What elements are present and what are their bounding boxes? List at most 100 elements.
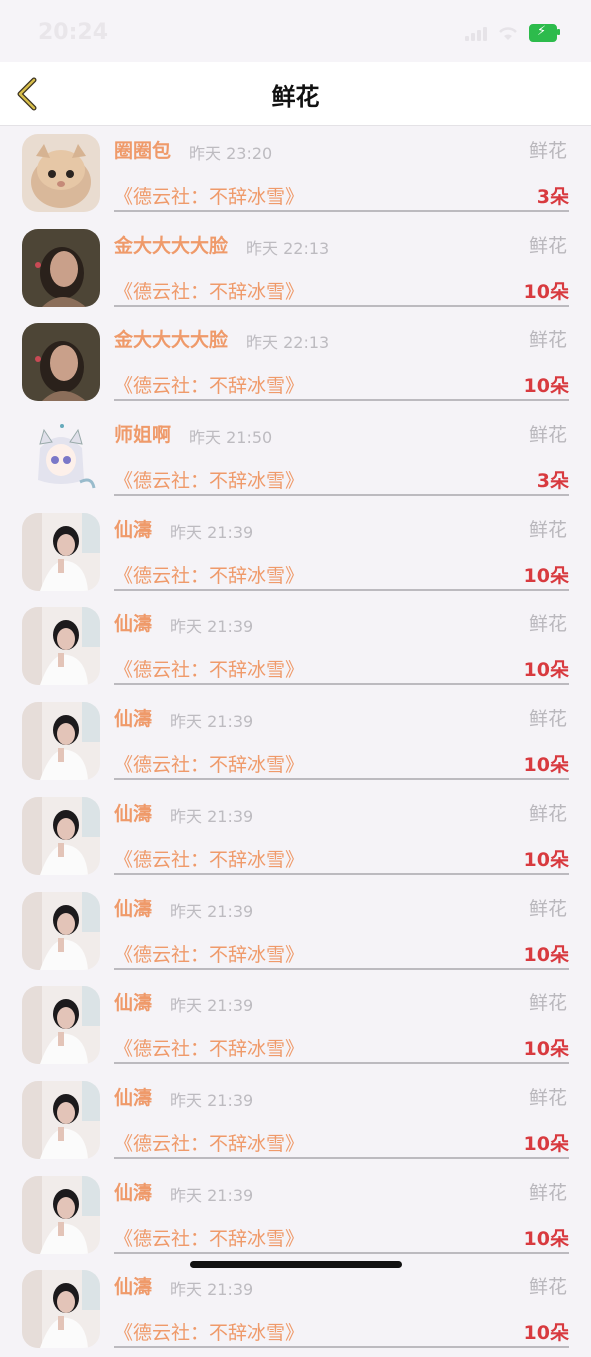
gift-type: 鲜花 bbox=[528, 1181, 567, 1204]
status-time: 20:24 bbox=[38, 20, 109, 45]
nav-bar: 鲜花 bbox=[0, 62, 591, 126]
divider bbox=[114, 304, 569, 307]
divider bbox=[114, 778, 569, 781]
program-title: 《德云社：不辞冰雪》 bbox=[114, 659, 305, 682]
gift-record-row[interactable]: 仙濤 昨天 21:39 鲜花 《德云社：不辞冰雪》 10朵 bbox=[0, 1168, 591, 1263]
gift-type: 鲜花 bbox=[528, 897, 567, 920]
divider bbox=[114, 1346, 569, 1349]
gift-record-row[interactable]: 圈圈包 昨天 23:20 鲜花 《德云社：不辞冰雪》 3朵 bbox=[0, 126, 591, 221]
sender-name[interactable]: 仙濤 bbox=[114, 799, 152, 826]
divider bbox=[114, 1062, 569, 1065]
gift-type: 鲜花 bbox=[528, 329, 567, 352]
divider bbox=[114, 967, 569, 970]
divider bbox=[114, 683, 569, 686]
avatar[interactable] bbox=[22, 512, 100, 591]
avatar[interactable] bbox=[22, 1080, 100, 1159]
sender-name[interactable]: 仙濤 bbox=[114, 1272, 152, 1299]
gift-record-row[interactable]: 师姐啊 昨天 21:50 鲜花 《德云社：不辞冰雪》 3朵 bbox=[0, 410, 591, 505]
program-title: 《德云社：不辞冰雪》 bbox=[114, 754, 305, 777]
gift-record-row[interactable]: 仙濤 昨天 21:39 鲜花《德云社：不辞冰雪》 10朵 bbox=[0, 789, 591, 884]
program-title: 《德云社：不辞冰雪》 bbox=[114, 848, 305, 871]
gift-count: 10朵 bbox=[523, 943, 569, 966]
wifi-icon bbox=[499, 27, 517, 40]
program-title: 《德云社：不辞冰雪》 bbox=[114, 375, 305, 398]
gift-type: 鲜花 bbox=[528, 234, 567, 257]
sender-name[interactable]: 仙濤 bbox=[114, 704, 152, 731]
gift-count: 10朵 bbox=[523, 280, 569, 303]
gift-record-row[interactable]: 金大大大大脸 昨天 22:13 鲜花《德云社：不辞冰雪》 10朵 bbox=[0, 315, 591, 410]
gift-type: 鲜花 bbox=[528, 1276, 567, 1299]
avatar[interactable] bbox=[22, 796, 100, 875]
sender-name[interactable]: 金大大大大脸 bbox=[114, 325, 228, 352]
divider bbox=[114, 1156, 569, 1159]
program-title: 《德云社：不辞冰雪》 bbox=[114, 1132, 305, 1155]
sender-name[interactable]: 仙濤 bbox=[114, 1178, 152, 1205]
gift-count: 10朵 bbox=[523, 1038, 569, 1061]
gift-count: 10朵 bbox=[523, 1322, 569, 1345]
gift-count: 10朵 bbox=[523, 659, 569, 682]
avatar[interactable] bbox=[22, 228, 100, 307]
gift-count: 10朵 bbox=[523, 564, 569, 587]
avatar[interactable] bbox=[22, 702, 100, 781]
sender-name[interactable]: 仙濤 bbox=[114, 988, 152, 1015]
program-title: 《德云社：不辞冰雪》 bbox=[114, 1227, 305, 1250]
gift-record-row[interactable]: 仙濤 昨天 21:39 鲜花《德云社：不辞冰雪》 10朵 bbox=[0, 884, 591, 979]
gift-record-row[interactable]: 仙濤 昨天 21:39 鲜花 《德云社：不辞冰雪》 10朵 bbox=[0, 505, 591, 600]
avatar[interactable] bbox=[22, 1270, 100, 1349]
divider bbox=[114, 210, 569, 212]
program-title: 《德云社：不辞冰雪》 bbox=[114, 943, 305, 966]
gift-type: 鲜花 bbox=[528, 140, 567, 162]
divider bbox=[114, 872, 569, 875]
gift-record-row[interactable]: 金大大大大脸 昨天 22:13 鲜花《德云社：不辞冰雪》 10朵 bbox=[0, 221, 591, 316]
gift-count: 10朵 bbox=[523, 1132, 569, 1155]
program-title: 《德云社：不辞冰雪》 bbox=[114, 1038, 305, 1061]
avatar[interactable] bbox=[22, 891, 100, 970]
gift-type: 鲜花 bbox=[528, 424, 567, 447]
program-title: 《德云社：不辞冰雪》 bbox=[114, 186, 305, 208]
avatar[interactable] bbox=[22, 134, 100, 212]
avatar[interactable] bbox=[22, 418, 100, 497]
timestamp: 昨天 21:39 bbox=[170, 806, 254, 826]
timestamp: 昨天 21:39 bbox=[170, 617, 254, 637]
sender-name[interactable]: 仙濤 bbox=[114, 515, 152, 542]
timestamp: 昨天 23:20 bbox=[189, 144, 273, 163]
avatar[interactable] bbox=[22, 1175, 100, 1254]
divider bbox=[114, 494, 569, 497]
gift-record-row[interactable]: 仙濤 昨天 21:39 鲜花 《德云社：不辞冰雪》 10朵 bbox=[0, 599, 591, 694]
divider bbox=[114, 588, 569, 591]
gift-count: 10朵 bbox=[523, 848, 569, 871]
page-title: 鲜花 bbox=[271, 83, 320, 111]
program-title: 《德云社：不辞冰雪》 bbox=[114, 280, 305, 303]
gift-record-row[interactable]: 仙濤 昨天 21:39 鲜花 《德云社：不辞冰雪》 10朵 bbox=[0, 978, 591, 1073]
sender-name[interactable]: 师姐啊 bbox=[114, 420, 171, 447]
gift-record-row[interactable]: 仙濤 昨天 21:39 鲜花 《德云社：不辞冰雪》 10朵 bbox=[0, 694, 591, 789]
gift-record-row[interactable]: 仙濤 昨天 21:39 鲜花 《德云社：不辞冰雪》 10朵 bbox=[0, 1262, 591, 1357]
status-bar: 20:24 ⚡ bbox=[0, 0, 591, 62]
divider bbox=[114, 399, 569, 402]
sender-name[interactable]: 仙濤 bbox=[114, 1083, 152, 1110]
battery-icon: ⚡ bbox=[529, 24, 560, 42]
timestamp: 昨天 21:39 bbox=[170, 996, 254, 1016]
timestamp: 昨天 21:39 bbox=[170, 522, 254, 542]
gift-type: 鲜花 bbox=[528, 802, 567, 825]
sender-name[interactable]: 圈圈包 bbox=[114, 136, 171, 163]
avatar[interactable] bbox=[22, 986, 100, 1065]
timestamp: 昨天 22:13 bbox=[246, 238, 330, 258]
timestamp: 昨天 21:39 bbox=[170, 1090, 254, 1110]
timestamp: 昨天 21:39 bbox=[170, 901, 254, 921]
program-title: 《德云社：不辞冰雪》 bbox=[114, 1322, 305, 1345]
sender-name[interactable]: 仙濤 bbox=[114, 609, 152, 636]
signal-icon bbox=[465, 25, 487, 41]
timestamp: 昨天 21:50 bbox=[189, 428, 273, 448]
timestamp: 昨天 22:13 bbox=[246, 333, 330, 353]
gift-record-list: 圈圈包 昨天 23:20 鲜花 《德云社：不辞冰雪》 3朵 金大大大大脸 昨天 22:13 鲜… bbox=[0, 126, 591, 1357]
sender-name[interactable]: 金大大大大脸 bbox=[114, 231, 228, 258]
home-indicator bbox=[190, 1261, 402, 1268]
gift-record-row[interactable]: 仙濤 昨天 21:39 鲜花 《德云社：不辞冰雪》 10朵 bbox=[0, 1073, 591, 1168]
avatar[interactable] bbox=[22, 323, 100, 402]
gift-type: 鲜花 bbox=[528, 518, 567, 541]
gift-count: 10朵 bbox=[523, 375, 569, 398]
status-icons: ⚡ bbox=[465, 24, 560, 42]
avatar[interactable] bbox=[22, 607, 100, 686]
sender-name[interactable]: 仙濤 bbox=[114, 894, 152, 921]
